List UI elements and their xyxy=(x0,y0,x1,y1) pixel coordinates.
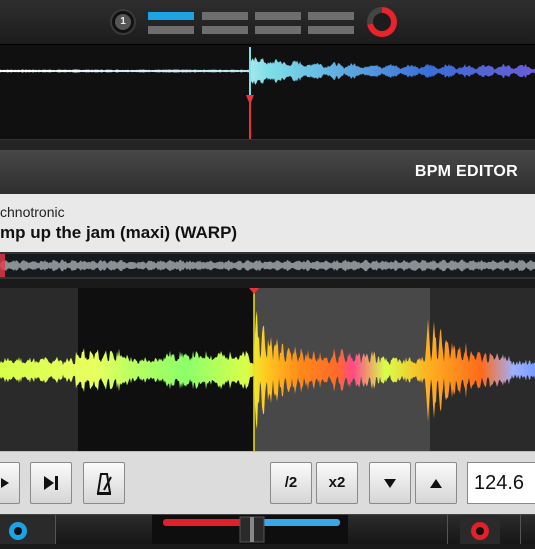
pad-slot-6[interactable] xyxy=(202,26,248,34)
bpm-up-button[interactable] xyxy=(415,462,457,504)
metronome-icon xyxy=(96,473,112,495)
playhead-marker-icon xyxy=(246,95,254,105)
metronome-button[interactable] xyxy=(83,462,125,504)
crossfader-right-level xyxy=(262,519,340,526)
mini-waveform-graphic xyxy=(0,254,535,277)
editor-header: BPM EDITOR xyxy=(0,150,535,194)
mini-waveform[interactable] xyxy=(0,252,535,279)
main-waveform-graphic xyxy=(0,288,535,451)
half-bpm-button[interactable]: /2 xyxy=(270,462,312,504)
track-info: chnotronic mp up the jam (maxi) (WARP) xyxy=(0,194,535,252)
pad-slot-3[interactable] xyxy=(255,12,301,20)
track-progress-ring xyxy=(367,7,397,37)
main-waveform[interactable] xyxy=(0,288,535,451)
skip-next-icon xyxy=(44,476,58,490)
bottom-bar xyxy=(0,514,535,544)
overview-waveform[interactable] xyxy=(0,44,535,140)
pad-slot-7[interactable] xyxy=(255,26,301,34)
bottom-bar-graphic xyxy=(0,515,521,544)
pad-slot-4[interactable] xyxy=(308,12,354,20)
track-title: mp up the jam (maxi) (WARP) xyxy=(0,223,238,242)
bpm-down-button[interactable] xyxy=(369,462,411,504)
crossfader-left-level xyxy=(163,519,243,526)
deck-number-badge[interactable]: 1 xyxy=(110,9,136,35)
pad-slot-5[interactable] xyxy=(148,26,194,34)
pad-slot-2[interactable] xyxy=(202,12,248,20)
pad-slot-8[interactable] xyxy=(308,26,354,34)
play-triangle-icon xyxy=(1,478,9,488)
arrow-up-icon xyxy=(430,479,442,488)
pad-slot-1[interactable] xyxy=(148,12,194,20)
editor-title: BPM EDITOR xyxy=(414,163,518,180)
deck-top-bar: 1 xyxy=(0,0,535,44)
bpm-controls: /2 x2 124.6 xyxy=(0,451,535,515)
track-artist: chnotronic xyxy=(0,204,65,220)
arrow-down-icon xyxy=(384,479,396,488)
play-button[interactable] xyxy=(0,462,20,504)
skip-next-button[interactable] xyxy=(30,462,72,504)
double-bpm-button[interactable]: x2 xyxy=(316,462,358,504)
mini-position-marker xyxy=(0,254,5,277)
deck-number: 1 xyxy=(115,14,131,30)
overview-waveform-graphic xyxy=(0,47,535,140)
bpm-value-field[interactable]: 124.6 xyxy=(467,462,535,504)
